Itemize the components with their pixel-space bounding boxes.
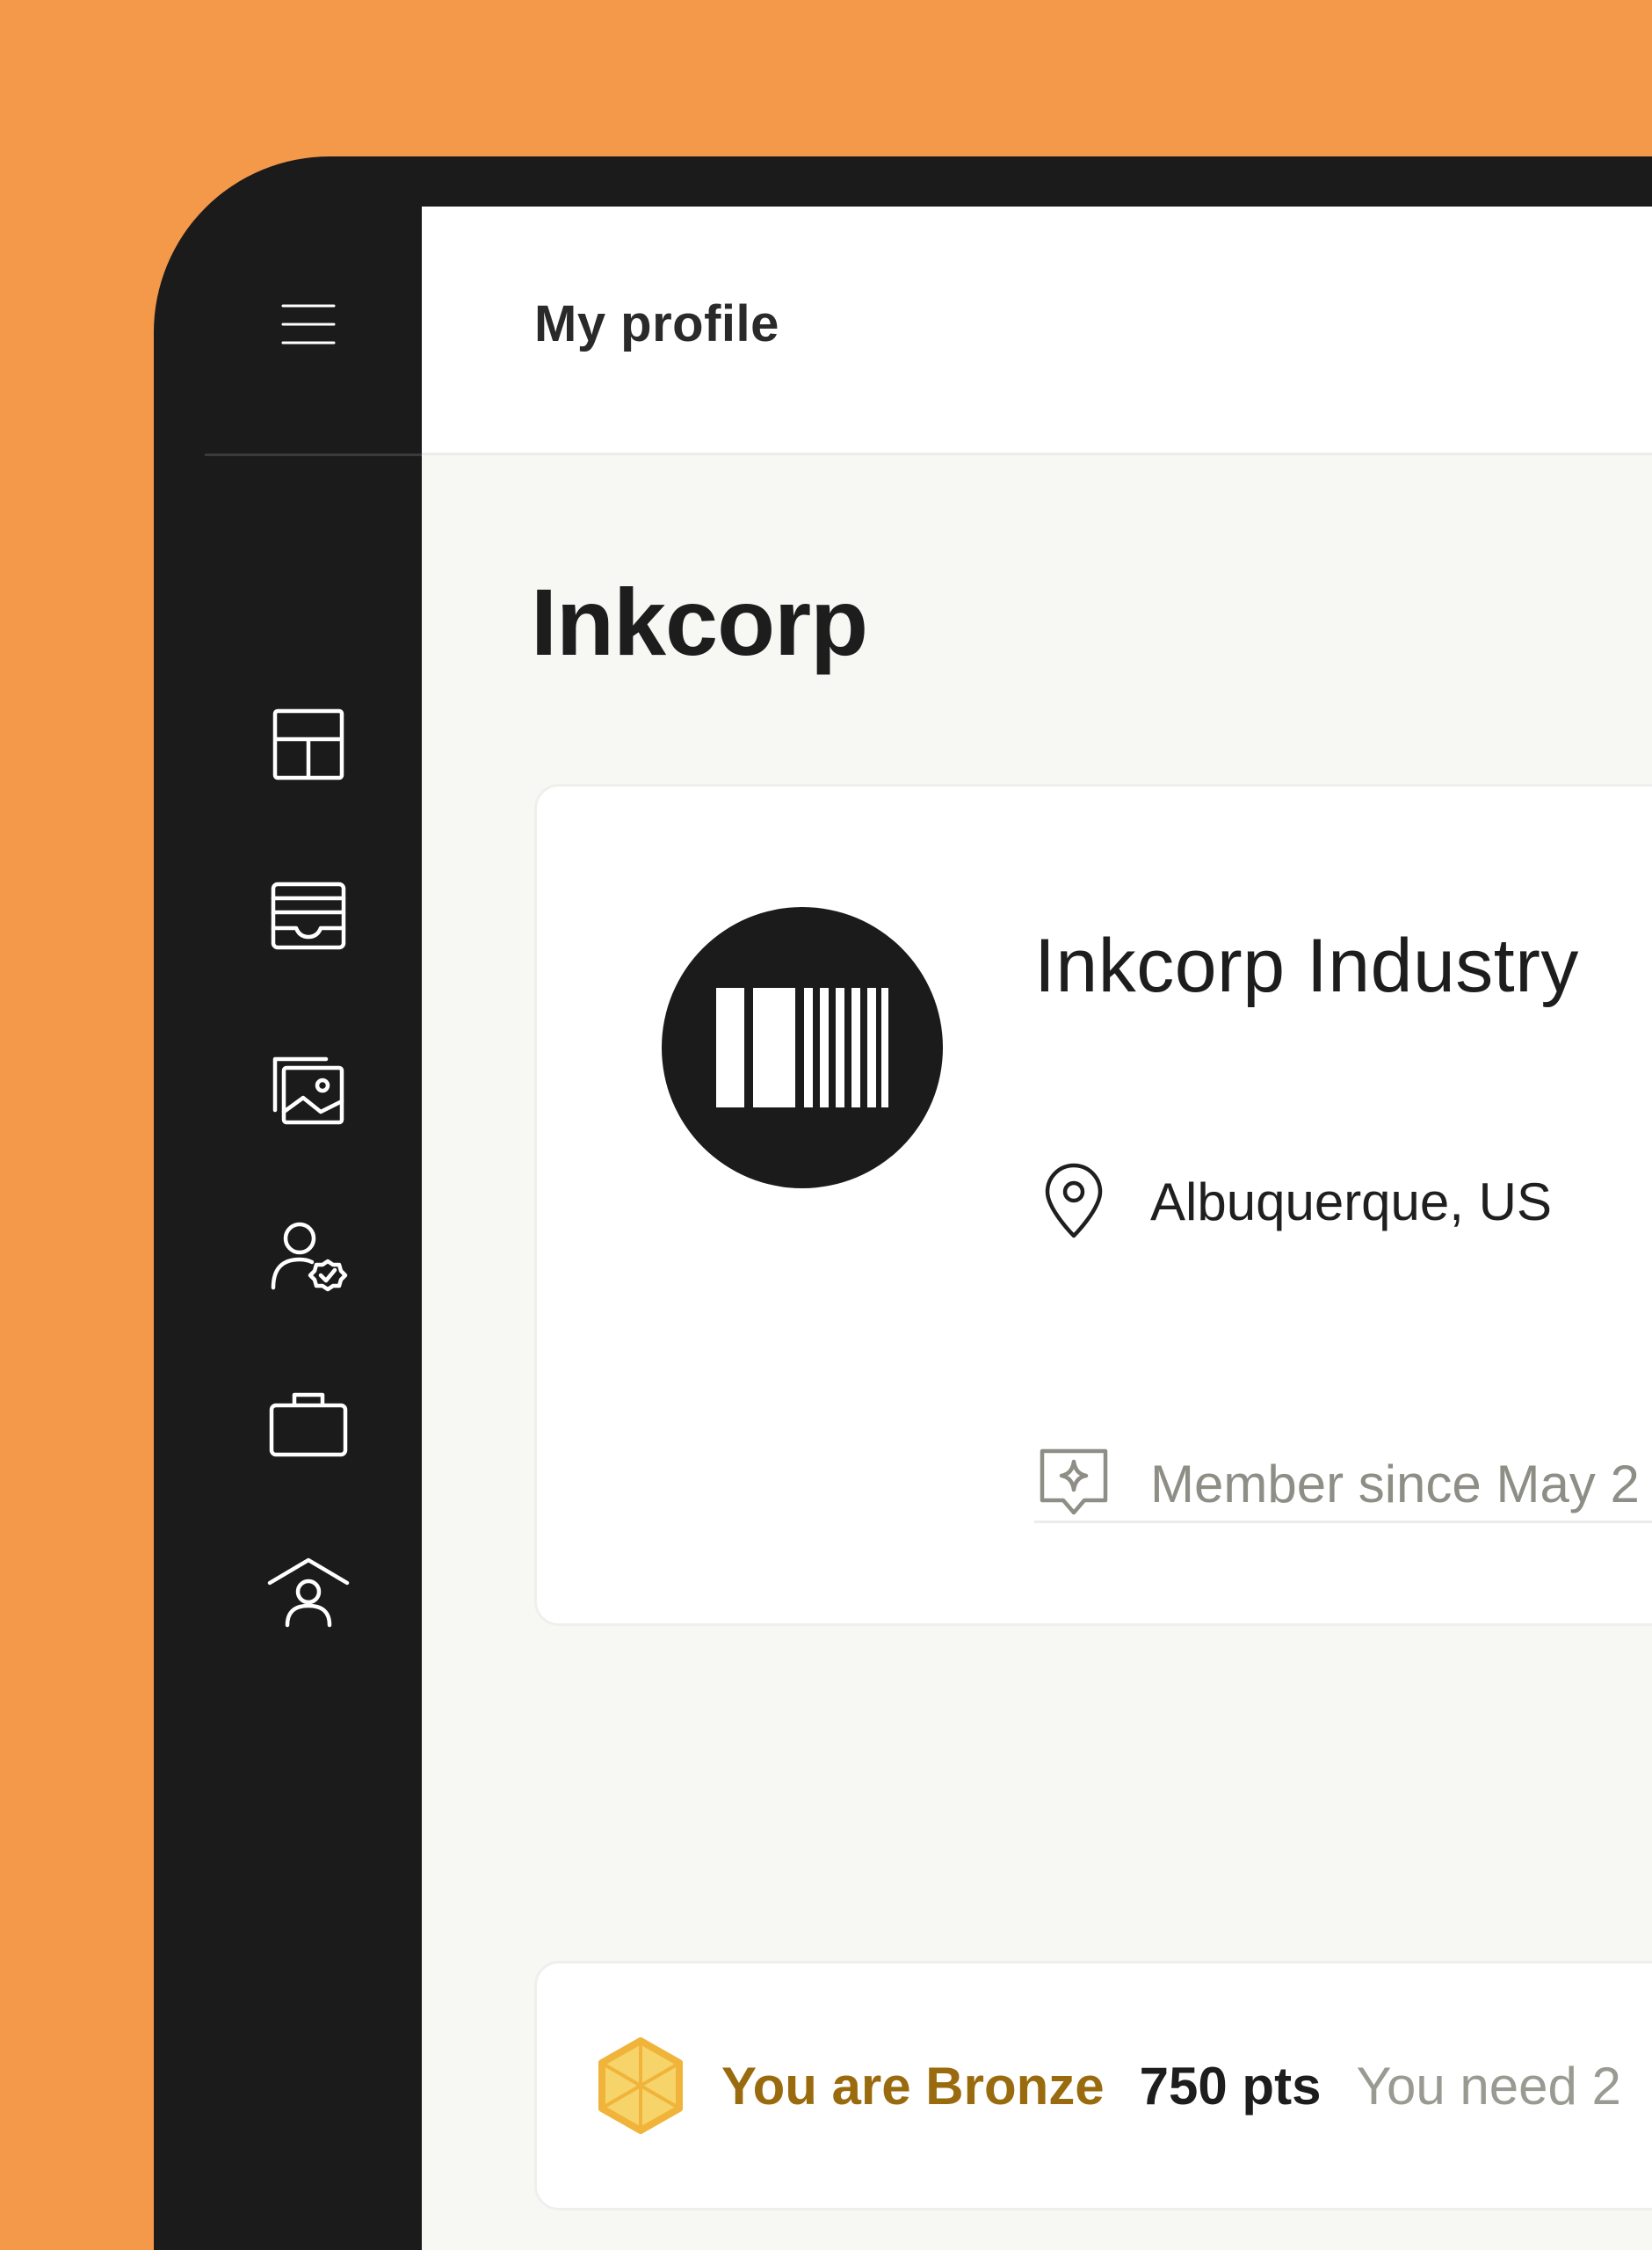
menu-button[interactable]	[281, 297, 336, 352]
sidebar-item-home[interactable]	[264, 1545, 353, 1635]
home-user-icon	[267, 1557, 350, 1628]
inbox-icon	[271, 882, 346, 950]
sidebar-divider	[205, 454, 422, 456]
points-needed-text: You need 2	[1356, 2056, 1621, 2116]
verified-user-icon	[271, 1222, 348, 1292]
sidebar-item-dashboard[interactable]	[264, 700, 353, 789]
main-content: My profile Inkcorp Inkcorp Industry Albu…	[422, 207, 1652, 2250]
member-since-text: Member since May 2	[1150, 1454, 1640, 1513]
company-name: Inkcorp Industry	[1034, 924, 1579, 1008]
hamburger-menu-icon	[281, 304, 336, 345]
sparkle-badge-icon	[1034, 1444, 1113, 1523]
company-heading: Inkcorp	[531, 569, 868, 675]
location-text: Albuquerque, US	[1150, 1172, 1552, 1231]
tier-label: You are Bronze	[721, 2056, 1105, 2116]
company-profile-card: Inkcorp Industry Albuquerque, US Member …	[534, 784, 1652, 1626]
member-since-row: Member since May 2	[1034, 1444, 1640, 1523]
sidebar-item-jobs[interactable]	[264, 1378, 353, 1468]
sidebar-item-inbox[interactable]	[264, 871, 353, 961]
rewards-card: You are Bronze 750 pts You need 2	[534, 1961, 1652, 2210]
sidebar	[154, 156, 422, 2250]
app-window: My profile Inkcorp Inkcorp Industry Albu…	[154, 156, 1652, 2250]
sidebar-item-verified-users[interactable]	[264, 1211, 353, 1301]
points-value: 750 pts	[1139, 2056, 1322, 2116]
barcode-logo-icon	[716, 988, 888, 1107]
dashboard-icon	[272, 708, 344, 780]
bronze-badge-icon	[598, 2037, 683, 2134]
briefcase-icon	[269, 1392, 348, 1457]
gallery-icon	[272, 1056, 344, 1125]
location-pin-icon	[1034, 1162, 1113, 1241]
company-logo	[662, 907, 943, 1188]
page-title: My profile	[534, 295, 779, 352]
rewards-row: You are Bronze 750 pts You need 2	[597, 1963, 1621, 2208]
top-bar: My profile	[422, 207, 1652, 455]
location-row: Albuquerque, US	[1034, 1162, 1552, 1241]
sidebar-item-gallery[interactable]	[264, 1044, 353, 1134]
